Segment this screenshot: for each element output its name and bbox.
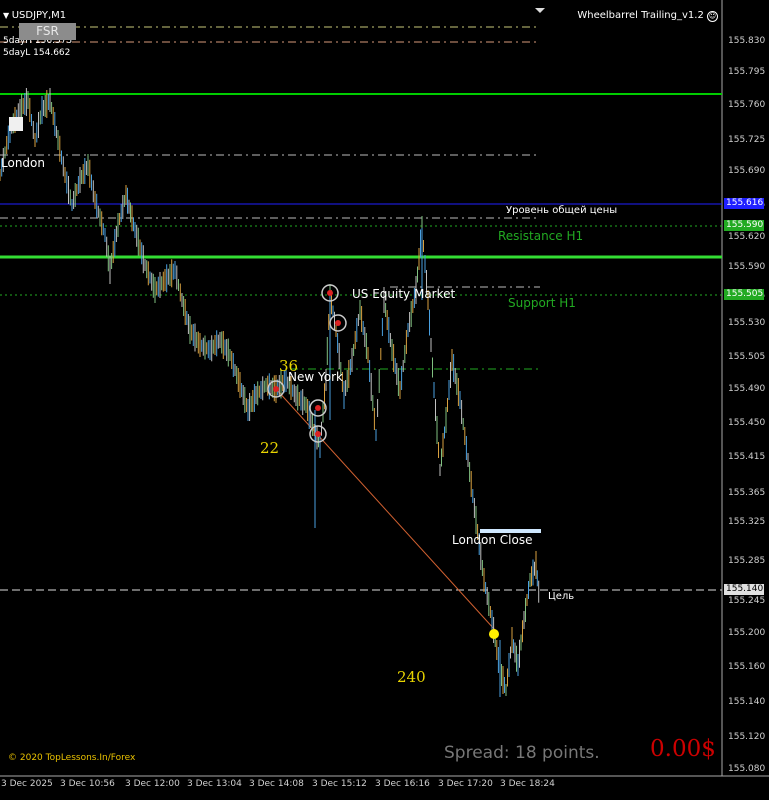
blue-line-price-tag: 155.616 xyxy=(724,198,764,209)
london-label: London xyxy=(1,156,45,170)
resistance-h1-label: Resistance H1 xyxy=(498,229,584,243)
time-axis-label: 3 Dec 10:56 xyxy=(60,779,115,789)
chart-shift-icon[interactable] xyxy=(535,8,545,13)
price-axis-label: 155.795 xyxy=(728,67,766,77)
chart-window[interactable]: ▼ USDJPY,M1 5dayH 156.573 5dayL 154.662 … xyxy=(0,0,769,800)
price-axis-label: 155.760 xyxy=(728,100,766,110)
time-axis-label: 3 Dec 14:08 xyxy=(249,779,304,789)
symbol-label: ▼ USDJPY,M1 xyxy=(3,10,66,21)
dropdown-icon[interactable]: ▼ xyxy=(3,11,12,20)
support-h1-label: Support H1 xyxy=(508,296,576,310)
support-price-tag: 155.505 xyxy=(724,289,764,300)
marker-dot-icon xyxy=(335,320,341,326)
time-axis-label: 3 Dec 13:04 xyxy=(187,779,242,789)
price-axis-label: 155.490 xyxy=(728,384,766,394)
price-axis-label: 155.530 xyxy=(728,318,766,328)
count-22: 22 xyxy=(260,439,280,457)
time-axis-label: 3 Dec 18:24 xyxy=(500,779,555,789)
time-axis-label: 3 Dec 17:20 xyxy=(438,779,493,789)
resistance-price-tag: 155.590 xyxy=(724,220,764,231)
trade-markers[interactable] xyxy=(9,117,499,639)
price-axis-label: 155.620 xyxy=(728,232,766,242)
marker-dot-icon xyxy=(315,405,321,411)
price-axis-label: 155.080 xyxy=(728,764,766,774)
london-close-label: London Close xyxy=(452,533,533,547)
target-marker-icon xyxy=(489,629,499,639)
price-axis-label: 155.415 xyxy=(728,452,766,462)
price-axis-label: 155.160 xyxy=(728,662,766,672)
expert-advisor-label[interactable]: Wheelbarrel Trailing_v1.2 ☺ xyxy=(577,10,718,22)
price-axis-label: 155.120 xyxy=(728,732,766,742)
us-equity-label: US Equity Market xyxy=(352,287,456,301)
time-axis-label: 3 Dec 12:00 xyxy=(125,779,180,789)
copyright-text: © 2020 TopLessons.In/Forex xyxy=(8,753,136,763)
price-axis-label: 155.285 xyxy=(728,556,766,566)
price-axis-label: 155.830 xyxy=(728,36,766,46)
price-axis-label: 155.200 xyxy=(728,628,766,638)
common-price-label: Уровень общей цены xyxy=(506,205,618,216)
symbol-text: USDJPY,M1 xyxy=(11,10,67,21)
marker-dot-icon xyxy=(273,386,279,392)
price-axis-label: 155.450 xyxy=(728,418,766,428)
five-day-low-text: 5dayL 154.662 xyxy=(3,48,71,58)
time-axis-label: 3 Dec 15:12 xyxy=(312,779,367,789)
time-axis-label: 3 Dec 2025 xyxy=(1,779,53,789)
price-axis-label: 155.245 xyxy=(728,596,766,606)
time-axis-label: 3 Dec 16:16 xyxy=(375,779,430,789)
chart-marker-icon[interactable] xyxy=(9,117,23,131)
count-240: 240 xyxy=(397,668,426,686)
target-price-tag: 155.140 xyxy=(724,584,764,595)
price-chart[interactable] xyxy=(0,0,769,800)
price-axis-label: 155.365 xyxy=(728,488,766,498)
expert-advisor-name: Wheelbarrel Trailing_v1.2 xyxy=(577,10,704,21)
target-label: Цель xyxy=(548,591,575,602)
fsr-button[interactable]: FSR xyxy=(19,23,76,40)
price-axis-label: 155.725 xyxy=(728,135,766,145)
price-axis-label: 155.140 xyxy=(728,697,766,707)
price-axis-label: 155.505 xyxy=(728,352,766,362)
price-axis-label: 155.690 xyxy=(728,166,766,176)
marker-dot-icon xyxy=(315,431,321,437)
marker-dot-icon xyxy=(327,290,333,296)
smiley-icon[interactable]: ☺ xyxy=(707,11,718,22)
count-36: 36 xyxy=(279,357,299,375)
spread-text: Spread: 18 points. xyxy=(444,743,600,763)
price-axis-label: 155.590 xyxy=(728,262,766,272)
price-axis-label: 155.325 xyxy=(728,517,766,527)
profit-text: 0.00$ xyxy=(650,736,716,762)
